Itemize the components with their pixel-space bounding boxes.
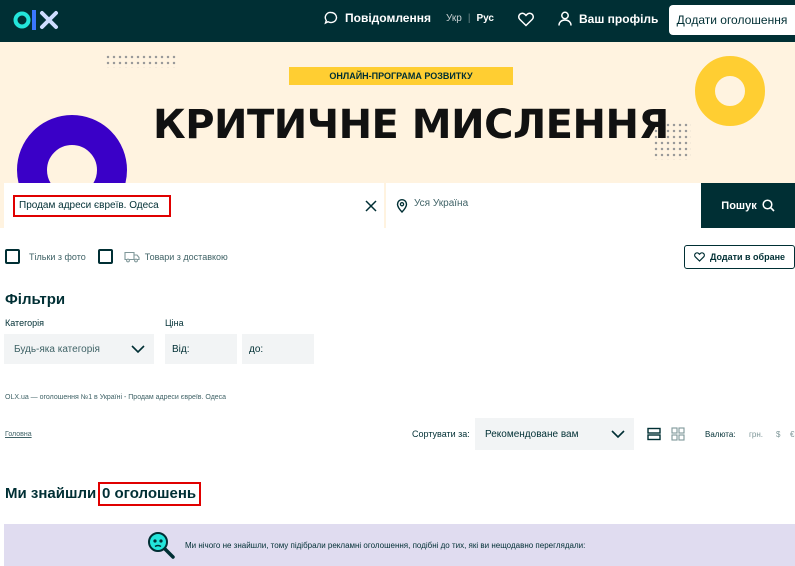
- purple-ring-decoration: [17, 115, 127, 183]
- user-icon: [558, 11, 572, 26]
- currency-uah[interactable]: грн.: [749, 430, 763, 439]
- seo-breadcrumb-text: OLX.ua — оголошення №1 в Україні - Прода…: [5, 394, 227, 401]
- banner-tag: ОНЛАЙН-ПРОГРАМА РОЗВИТКУ: [289, 67, 513, 85]
- search-icon: [762, 199, 775, 212]
- banner-dots-top: [105, 54, 177, 68]
- list-view-icon[interactable]: [647, 427, 661, 441]
- heart-icon: [694, 252, 705, 262]
- lang-ru[interactable]: Рус: [476, 13, 494, 24]
- top-header: Повідомлення Укр | Рус Ваш профіль Додат…: [0, 0, 795, 42]
- results-count: 0 оголошень: [98, 482, 202, 506]
- yellow-ring-decoration: [695, 56, 765, 126]
- filters-title: Фільтри: [5, 291, 66, 308]
- banner-title: КРИТИЧНЕ МИСЛЕННЯ: [153, 102, 669, 148]
- price-to-input[interactable]: до:: [242, 334, 314, 364]
- sort-label: Сортувати за:: [412, 429, 470, 439]
- delivery-checkbox[interactable]: [97, 249, 113, 264]
- profile-label: Ваш профіль: [579, 11, 659, 26]
- search-box: Продам адреси євреїв. Одеса: [4, 183, 384, 228]
- category-label: Категорія: [5, 318, 45, 328]
- promo-banner[interactable]: ОНЛАЙН-ПРОГРАМА РОЗВИТКУ КРИТИЧНЕ МИСЛЕН…: [0, 42, 795, 183]
- messages-link[interactable]: Повідомлення: [324, 11, 431, 25]
- category-select[interactable]: Будь-яка категорія: [4, 334, 154, 364]
- search-button[interactable]: Пошук: [701, 183, 795, 228]
- lang-uk[interactable]: Укр: [446, 13, 462, 24]
- grid-view-icon[interactable]: [671, 427, 685, 441]
- currency-label: Валюта:: [705, 430, 736, 439]
- currency-usd[interactable]: $: [776, 430, 780, 439]
- no-results-text: Ми нічого не знайшли, тому підібрали рек…: [185, 541, 586, 550]
- breadcrumb-home-link[interactable]: Головна: [5, 431, 32, 438]
- add-ad-button[interactable]: Додати оголошення: [669, 5, 795, 35]
- photo-only-checkbox[interactable]: [5, 249, 20, 264]
- add-favorite-label: Додати в обране: [709, 252, 786, 262]
- chat-icon: [324, 11, 338, 25]
- price-from-input[interactable]: Від:: [165, 334, 237, 364]
- search-magnifier-icon: [148, 532, 175, 559]
- messages-label: Повідомлення: [345, 11, 431, 25]
- results-prefix: Ми знайшли: [5, 485, 97, 502]
- category-value: Будь-яка категорія: [14, 343, 100, 355]
- sort-select[interactable]: Рекомендоване вам: [475, 418, 634, 450]
- photo-only-label[interactable]: Тільки з фото: [29, 252, 86, 262]
- sort-value: Рекомендоване вам: [485, 428, 579, 440]
- location-box: [386, 183, 701, 228]
- currency-eur[interactable]: €: [790, 430, 794, 439]
- profile-link[interactable]: Ваш профіль: [558, 11, 658, 26]
- price-label: Ціна: [165, 318, 184, 328]
- search-options: Тільки з фото Товари з доставкою: [5, 249, 228, 264]
- add-favorite-button[interactable]: Додати в обране: [684, 245, 795, 269]
- delivery-label[interactable]: Товари з доставкою: [145, 252, 228, 262]
- truck-icon: [124, 251, 140, 262]
- heart-icon[interactable]: [518, 12, 534, 27]
- location-input[interactable]: [414, 198, 614, 209]
- search-button-label: Пошук: [721, 199, 757, 212]
- search-bar: Продам адреси євреїв. Одеса Пошук: [0, 183, 795, 228]
- search-input[interactable]: Продам адреси євреїв. Одеса: [13, 195, 171, 217]
- location-pin-icon: [396, 199, 408, 213]
- close-icon[interactable]: [365, 200, 377, 212]
- chevron-down-icon: [131, 345, 145, 354]
- language-switch: Укр | Рус: [446, 13, 494, 24]
- no-results-notice: Ми нічого не знайшли, тому підібрали рек…: [4, 524, 795, 566]
- olx-logo[interactable]: [13, 7, 61, 33]
- lang-separator: |: [467, 13, 471, 24]
- chevron-down-icon: [611, 430, 625, 439]
